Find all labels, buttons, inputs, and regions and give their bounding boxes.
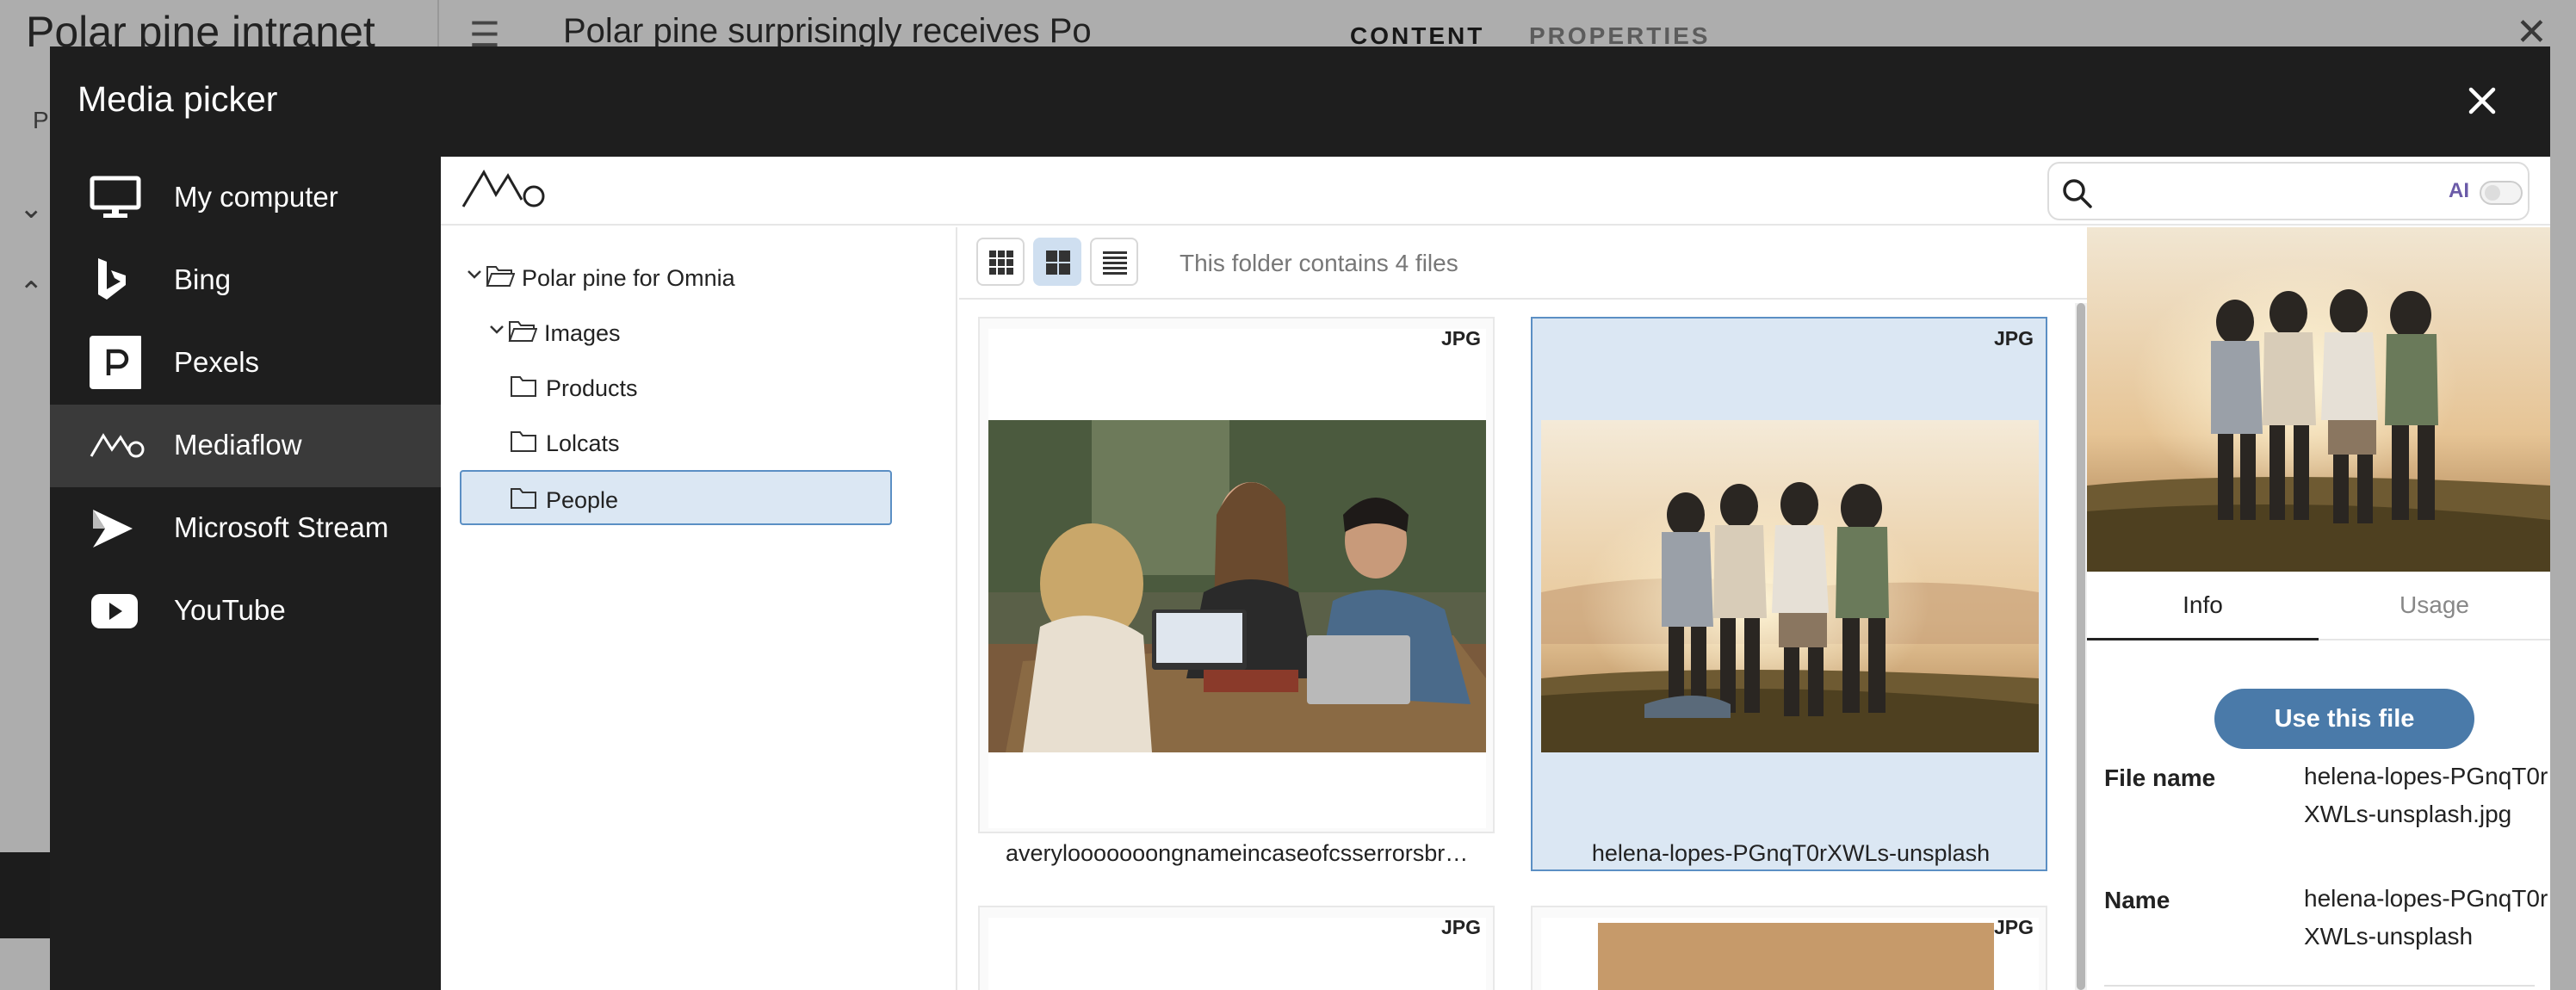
search-input[interactable]	[2102, 174, 2447, 210]
stream-icon	[90, 506, 141, 551]
dialog-title: Media picker	[77, 79, 278, 119]
source-my-computer[interactable]: My computer	[50, 157, 441, 239]
tree-label: Images	[544, 320, 621, 346]
folder-icon	[510, 429, 539, 455]
file-name-label: File name	[2104, 764, 2216, 791]
details-tabs: Info Usage	[2087, 572, 2550, 640]
folder-open-icon	[508, 319, 538, 344]
source-mediaflow[interactable]: Mediaflow	[50, 405, 441, 487]
name-label: Name	[2104, 887, 2170, 913]
tree-node-images[interactable]: Images	[487, 305, 913, 360]
scrollbar-thumb[interactable]	[2077, 303, 2085, 990]
dialog-header: Media picker	[50, 46, 2550, 157]
tree-label: Polar pine for Omnia	[522, 265, 735, 291]
chevron-down-icon	[487, 320, 506, 339]
source-pexels[interactable]: Pexels	[50, 322, 441, 405]
folder-open-icon	[486, 263, 516, 289]
file-type-badge: JPG	[1993, 327, 2034, 350]
name-value: helena-lopes-PGnqT0rXWLs-unsplash	[2304, 885, 2548, 950]
source-label: Microsoft Stream	[174, 511, 389, 543]
file-type-badge: JPG	[1440, 327, 1481, 350]
large-grid-icon	[1046, 251, 1070, 275]
source-label: YouTube	[174, 594, 286, 626]
file-type-badge: JPG	[1993, 916, 2034, 938]
large-grid-view-button[interactable]	[1033, 238, 1081, 286]
folder-tree: Polar pine for Omnia Images Products Lol…	[441, 227, 957, 990]
tree-node-lolcats[interactable]: Lolcats	[461, 415, 892, 470]
list-icon	[1103, 251, 1127, 275]
file-image	[988, 420, 1486, 752]
file-card[interactable]: JPG	[978, 906, 1495, 990]
list-view-button[interactable]	[1090, 238, 1138, 286]
tab-usage[interactable]: Usage	[2319, 572, 2550, 640]
file-thumbnail	[1541, 329, 2039, 828]
bing-icon	[90, 258, 141, 303]
source-bing[interactable]: Bing	[50, 239, 441, 322]
tree-node-people[interactable]: People	[460, 470, 892, 525]
scrollbar[interactable]	[2075, 303, 2087, 990]
pexels-icon	[90, 336, 143, 389]
tree-label: Products	[546, 375, 638, 401]
file-preview-image	[2087, 227, 2550, 572]
media-picker-dialog: Media picker My computer Bing Pexels Med…	[50, 46, 2550, 990]
file-card-selected[interactable]: JPG helena-lopes-PGnqT0rXWLs-unsplash	[1531, 317, 2047, 871]
folder-icon	[510, 486, 539, 511]
file-thumbnail	[988, 329, 1486, 828]
monitor-icon	[90, 176, 141, 220]
file-image	[1598, 923, 1994, 990]
search-box: AI	[2047, 162, 2530, 220]
source-label: Bing	[174, 263, 232, 295]
view-toolbar: This folder contains 4 files	[959, 227, 2087, 300]
mediaflow-panel: AI Polar pine for Omnia Images Products	[441, 157, 2550, 990]
search-icon	[2061, 177, 2094, 210]
small-grid-view-button[interactable]	[976, 238, 1025, 286]
source-label: My computer	[174, 181, 338, 213]
tree-node-products[interactable]: Products	[461, 360, 892, 415]
folder-icon	[510, 374, 539, 399]
source-youtube[interactable]: YouTube	[50, 570, 441, 653]
source-microsoft-stream[interactable]: Microsoft Stream	[50, 487, 441, 570]
tree-node-root[interactable]: Polar pine for Omnia	[465, 250, 913, 305]
file-card[interactable]: JPG averylooooooongnameincaseofcsserrors…	[978, 317, 1495, 866]
file-details-panel: Info Usage Use this file File name helen…	[2087, 227, 2550, 990]
mediaflow-topbar: AI	[441, 157, 2550, 226]
use-this-file-button[interactable]: Use this file	[2214, 689, 2474, 749]
chevron-down-icon	[465, 265, 484, 284]
mediaflow-logo-icon	[460, 165, 549, 213]
file-name: helena-lopes-PGnqT0rXWLs-unsplash	[1591, 840, 1991, 866]
file-browser: This folder contains 4 files JPG averylo…	[959, 227, 2087, 990]
folder-file-count: This folder contains 4 files	[1180, 250, 1458, 276]
file-type-badge: JPG	[1440, 916, 1481, 938]
file-thumbnail	[1541, 918, 2039, 990]
youtube-icon	[90, 589, 141, 634]
source-label: Pexels	[174, 346, 260, 378]
tab-info[interactable]: Info	[2087, 572, 2319, 640]
ai-toggle-knob	[2485, 185, 2500, 201]
close-icon[interactable]	[2461, 79, 2504, 122]
tree-label: People	[546, 487, 619, 513]
ai-toggle[interactable]	[2480, 181, 2523, 205]
ai-label: AI	[2449, 179, 2469, 202]
tree-label: Lolcats	[546, 430, 620, 456]
source-label: Mediaflow	[174, 429, 302, 461]
small-grid-icon	[989, 251, 1013, 275]
divider	[2104, 985, 2535, 987]
file-name: averylooooooongnameincaseofcsserrorsbr…	[1006, 840, 1469, 866]
file-card[interactable]: JPG	[1531, 906, 2047, 990]
file-name-value: helena-lopes-PGnqT0rXWLs-unsplash.jpg	[2304, 763, 2548, 827]
file-thumbnail	[988, 918, 1486, 990]
file-image	[1541, 420, 2039, 752]
mediaflow-icon	[90, 424, 145, 468]
source-sidebar: My computer Bing Pexels Mediaflow Micros…	[50, 157, 441, 990]
